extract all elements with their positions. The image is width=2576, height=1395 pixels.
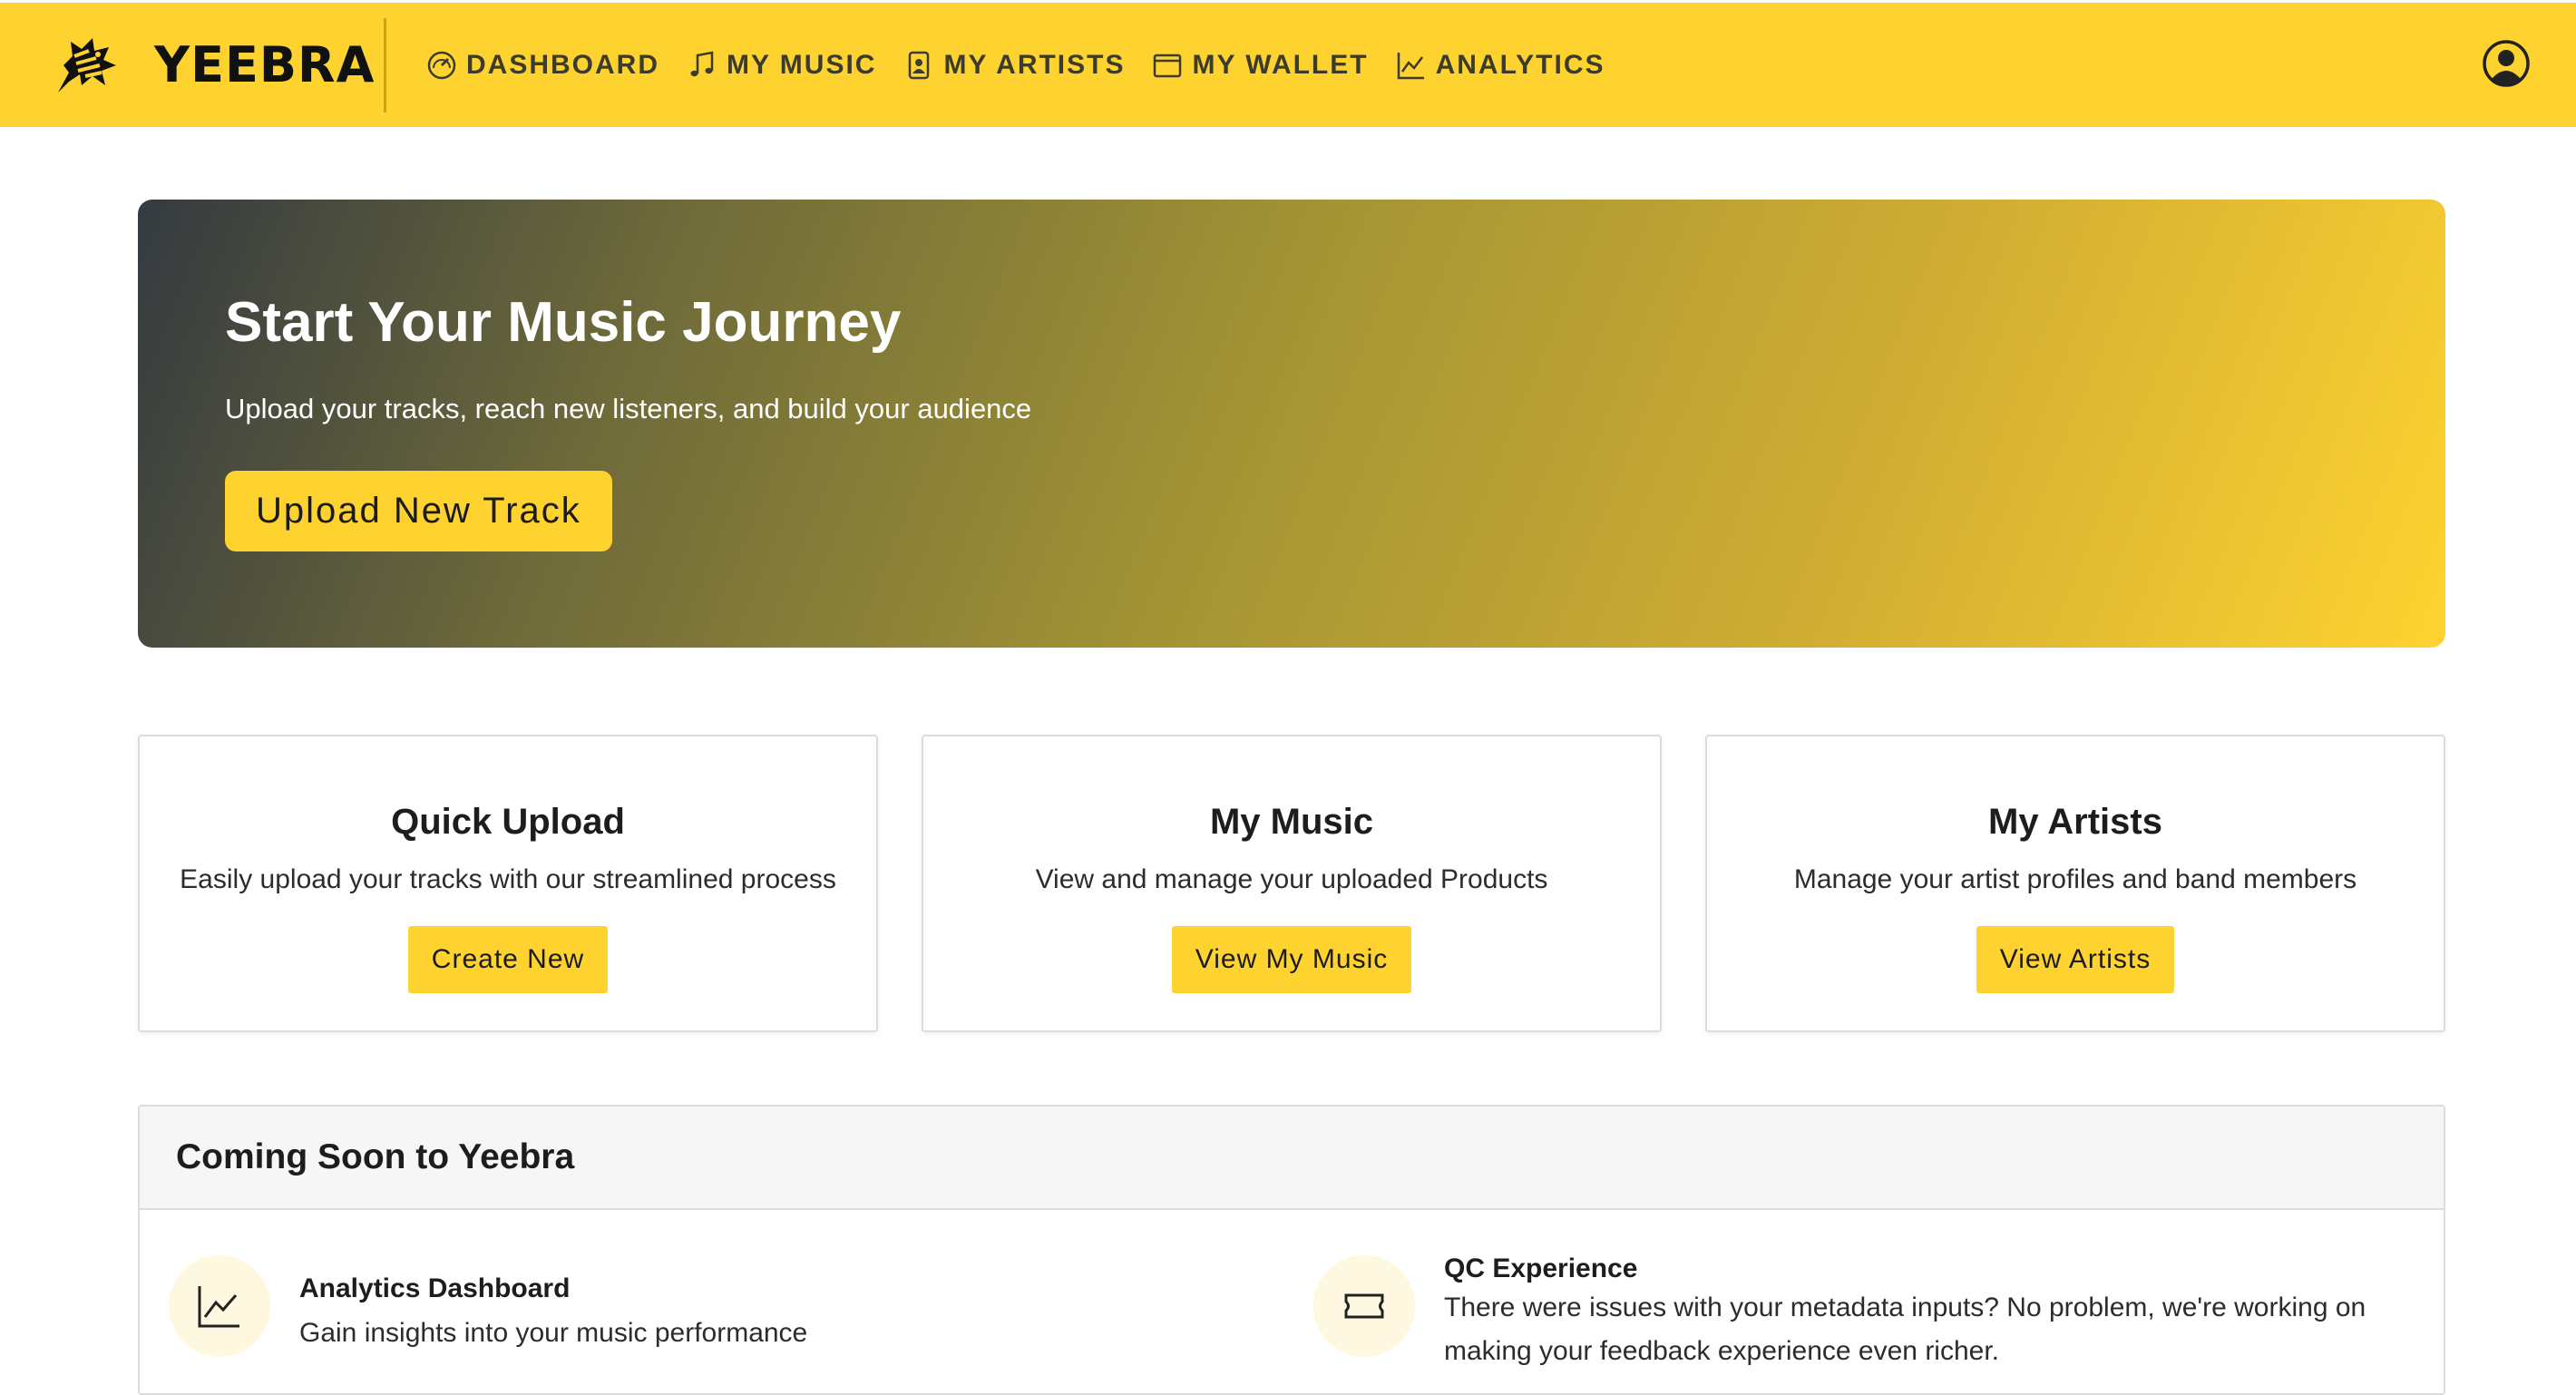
feature-title: Analytics Dashboard — [299, 1273, 571, 1303]
feature-description-line-2: making your feedback experience even ric… — [1444, 1336, 2000, 1366]
hero-banner: Start Your Music Journey Upload your tra… — [138, 200, 2445, 648]
nav-item-dashboard[interactable]: DASHBOARD — [426, 50, 659, 81]
card-my-artists: My Artists Manage your artist profiles a… — [1705, 735, 2445, 1032]
card-title: My Artists — [1988, 802, 2162, 842]
nav-item-my-artists[interactable]: MY ARTISTS — [903, 50, 1125, 81]
music-note-icon — [690, 50, 714, 76]
brand-name: YEEBRA — [154, 36, 376, 93]
ticket-icon — [1344, 1293, 1384, 1319]
feature-text: QC Experience There were issues with you… — [1444, 1254, 2366, 1373]
nav-item-analytics[interactable]: ANALYTICS — [1396, 50, 1605, 81]
feature-icon-badge — [169, 1255, 270, 1357]
view-artists-button[interactable]: View Artists — [1976, 926, 2175, 993]
wallet-icon — [1154, 54, 1182, 77]
brand[interactable]: YEEBRA — [0, 17, 386, 112]
card-text: Manage your artist profiles and band mem… — [1793, 864, 2357, 894]
nav-item-my-music[interactable]: MY MUSIC — [687, 50, 876, 81]
feature-qc-experience: QC Experience There were issues with you… — [1313, 1254, 2402, 1373]
coming-soon-panel: Coming Soon to Yeebra Analytics Dashboar… — [138, 1105, 2445, 1395]
card-title: Quick Upload — [391, 802, 625, 842]
line-chart-icon — [198, 1286, 239, 1328]
line-chart-icon — [1397, 52, 1424, 79]
nav-item-label: MY MUSIC — [727, 49, 877, 80]
nav-links: DASHBOARD MY MUSIC MY ARTISTS MY WALLET … — [426, 50, 1633, 81]
nav-item-label: MY WALLET — [1192, 49, 1369, 80]
quick-action-cards: Quick Upload Easily upload your tracks w… — [138, 735, 2445, 1032]
create-new-button[interactable]: Create New — [407, 926, 609, 993]
speedometer-icon — [427, 51, 456, 79]
navbar: YEEBRA DASHBOARD MY MUSIC MY ARTISTS MY … — [0, 0, 2576, 127]
view-my-music-button[interactable]: View My Music — [1171, 926, 1412, 993]
feature-analytics-dashboard: Analytics Dashboard Gain insights into y… — [169, 1255, 807, 1357]
feature-icon-badge — [1313, 1255, 1415, 1357]
feature-description: Gain insights into your music performanc… — [299, 1318, 808, 1348]
user-circle-icon[interactable] — [2482, 39, 2531, 88]
zebra-logo-icon — [58, 37, 116, 93]
card-text: Easily upload your tracks with our strea… — [180, 864, 836, 894]
hero-subtitle: Upload your tracks, reach new listeners,… — [225, 393, 1032, 424]
feature-title: QC Experience — [1444, 1254, 1638, 1283]
card-my-music: My Music View and manage your uploaded P… — [922, 735, 1662, 1032]
nav-item-label: ANALYTICS — [1435, 49, 1605, 80]
feature-text: Analytics Dashboard Gain insights into y… — [299, 1273, 807, 1357]
feature-description-line-1: There were issues with your metadata inp… — [1444, 1293, 2366, 1322]
card-title: My Music — [1209, 802, 1374, 842]
nav-item-my-wallet[interactable]: MY WALLET — [1152, 50, 1368, 81]
coming-soon-title: Coming Soon to Yeebra — [176, 1137, 575, 1176]
upload-new-track-button[interactable]: Upload New Track — [225, 471, 612, 551]
card-quick-upload: Quick Upload Easily upload your tracks w… — [138, 735, 878, 1032]
coming-soon-header: Coming Soon to Yeebra — [140, 1107, 2444, 1210]
artist-card-icon — [909, 51, 930, 79]
hero-title: Start Your Music Journey — [225, 291, 902, 354]
nav-item-label: MY ARTISTS — [943, 49, 1126, 80]
card-text: View and manage your uploaded Products — [1035, 864, 1548, 894]
nav-item-label: DASHBOARD — [466, 49, 659, 80]
